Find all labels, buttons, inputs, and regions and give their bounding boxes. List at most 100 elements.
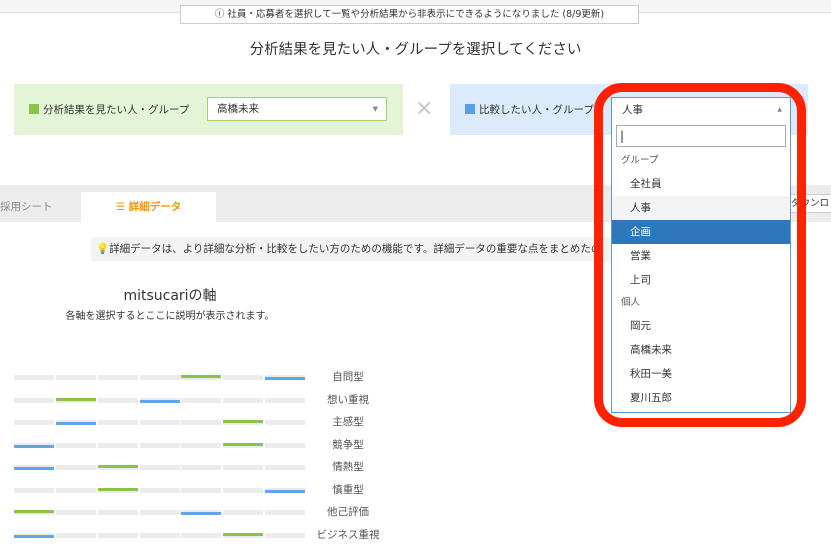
compare-label: 比較したい人・グループ	[479, 104, 594, 116]
blue-marker	[14, 467, 54, 470]
dropdown-option[interactable]: 秋田一美	[612, 362, 790, 386]
axis-row[interactable]: ビジネス重視	[14, 529, 394, 545]
axis-cell	[265, 420, 305, 425]
axis-row[interactable]: 他己評価	[14, 506, 394, 522]
axis-cell	[223, 375, 263, 380]
dropdown-group-label: グループ	[621, 155, 659, 166]
axis-cell	[14, 375, 54, 380]
target-selector-panel: 分析結果を見たい人・グループ 高橋未来 ▼	[14, 84, 403, 135]
axis-title: mitsucariの軸	[123, 288, 217, 304]
dropdown-option[interactable]: 高橋未来	[612, 338, 790, 362]
axis-cell	[56, 510, 96, 515]
axis-cell	[265, 397, 305, 403]
dropdown-option[interactable]: 夏川五郎	[612, 386, 790, 410]
green-marker	[181, 375, 221, 378]
times-icon: ✕	[415, 97, 434, 122]
tab-detail-data[interactable]: ☰ 詳細データ	[81, 192, 216, 222]
axis-label[interactable]: 想い重視	[314, 392, 382, 407]
green-marker	[56, 397, 96, 401]
axis-cell	[98, 420, 138, 425]
axis-label[interactable]: 他己評価	[314, 504, 382, 519]
axis-cell	[98, 510, 138, 515]
dropdown-option[interactable]: 岡元	[612, 314, 790, 338]
axis-row[interactable]: 自問型	[14, 371, 394, 387]
axis-cell	[223, 397, 263, 403]
axis-cell	[181, 465, 221, 470]
axis-row[interactable]: 主感型	[14, 416, 394, 432]
update-notice: ⓘ 社員・応募者を選択して一覧や分析結果から非表示にできるようになりました (8…	[180, 5, 639, 24]
axis-row[interactable]: 想い重視	[14, 394, 394, 410]
green-marker	[98, 487, 138, 491]
green-marker	[223, 420, 263, 423]
green-square-icon	[29, 104, 39, 114]
axis-label[interactable]: 自問型	[314, 369, 382, 384]
dropdown-option[interactable]: 人事	[612, 196, 790, 220]
axis-cell	[140, 375, 180, 380]
axis-cell	[223, 487, 263, 493]
target-select[interactable]: 高橋未来 ▼	[207, 97, 387, 121]
dropdown-group-label: 個人	[621, 297, 641, 308]
axis-cell	[56, 375, 96, 380]
blue-marker	[265, 377, 305, 380]
page-heading: 分析結果を見たい人・グループを選択してください	[249, 42, 582, 58]
axis-cell	[14, 397, 54, 403]
axis-row[interactable]: 情熱型	[14, 461, 394, 477]
axis-cell	[98, 375, 138, 380]
axis-cell	[223, 510, 263, 515]
axis-cell	[181, 420, 221, 425]
blue-marker	[140, 399, 180, 403]
tab-recruit-sheet[interactable]: 採用シート	[0, 185, 80, 222]
axis-cell	[265, 510, 305, 515]
axis-label[interactable]: 主感型	[314, 414, 382, 429]
green-marker	[98, 465, 138, 468]
axis-cell	[14, 487, 54, 493]
axis-cell	[56, 465, 96, 470]
axis-label[interactable]: 競争型	[314, 437, 382, 452]
blue-marker	[265, 489, 305, 493]
axis-row[interactable]: 競争型	[14, 439, 394, 455]
caret-up-icon: ▲	[777, 106, 782, 113]
list-icon: ☰	[115, 201, 129, 213]
axis-cell	[98, 442, 138, 448]
axis-cell	[140, 420, 180, 425]
blue-marker	[181, 512, 221, 515]
axis-cell	[14, 420, 54, 425]
info-icon: ⓘ	[214, 9, 228, 20]
blue-square-icon	[465, 104, 475, 114]
axis-cell	[56, 487, 96, 493]
dropdown-options: グループ全社員 人事 企画 営業 上司個人岡元 高橋未来 秋田一美 夏川五郎	[612, 150, 790, 410]
caret-down-icon: ▼	[372, 105, 378, 113]
target-label: 分析結果を見たい人・グループ	[43, 104, 190, 116]
axis-cell	[140, 465, 180, 470]
axis-cell	[140, 487, 180, 493]
blue-marker	[14, 444, 54, 448]
dropdown-option[interactable]: 営業	[612, 244, 790, 268]
axis-label[interactable]: 慎重型	[314, 482, 382, 497]
axis-cell	[140, 442, 180, 448]
axis-cell	[181, 442, 221, 448]
dropdown-current[interactable]: 人事 ▲	[612, 98, 790, 122]
axis-cell	[265, 442, 305, 448]
dropdown-option[interactable]: 全社員	[612, 172, 790, 196]
green-marker	[223, 532, 263, 536]
dropdown-option[interactable]: 企画	[612, 220, 790, 244]
axis-label[interactable]: ビジネス重視	[314, 527, 382, 542]
axis-label[interactable]: 情熱型	[314, 459, 382, 474]
blue-marker	[14, 534, 54, 538]
axis-row[interactable]: 慎重型	[14, 484, 394, 500]
dropdown-option[interactable]: 上司	[612, 268, 790, 292]
dropdown-search-input[interactable]: |	[616, 125, 786, 147]
axis-cell	[140, 510, 180, 515]
axis-cell	[265, 465, 305, 470]
info-banner: 💡詳細データは、より詳細な分析・比較をしたい方のための機能です。詳細データの重要…	[91, 237, 611, 261]
axis-cell	[98, 397, 138, 403]
axis-cell	[56, 442, 96, 448]
compare-dropdown[interactable]: 人事 ▲ | グループ 全社員 人事 企画 営業 上司 個人 岡元 高橋未来 秋田一美 夏川五郎	[611, 97, 791, 413]
axis-cell	[181, 487, 221, 493]
axis-cell	[181, 397, 221, 403]
axis-cell	[223, 465, 263, 470]
axis-subtitle: 各軸を選択するとここに説明が表示されます。	[65, 311, 275, 322]
green-marker	[223, 442, 263, 446]
green-marker	[14, 510, 54, 513]
blue-marker	[56, 422, 96, 425]
